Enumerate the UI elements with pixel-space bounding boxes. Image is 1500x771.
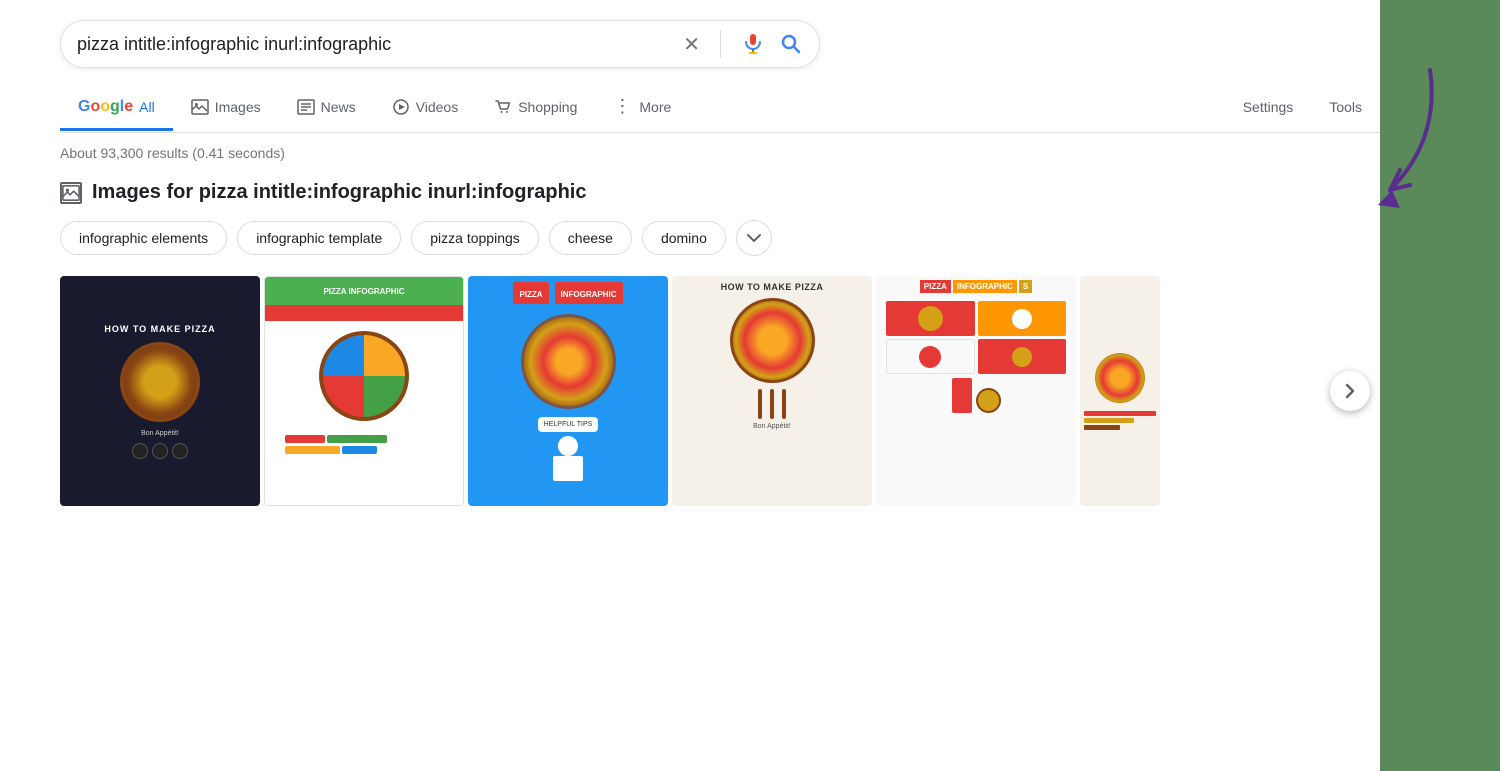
img4-footer: Bon Appétit! (753, 423, 791, 430)
tab-videos-label: Videos (416, 99, 459, 115)
img2-header-text: PIZZA INFOGRAPHIC (323, 287, 404, 296)
tab-shopping-label: Shopping (518, 99, 577, 115)
img1-pizza (120, 342, 200, 422)
search-submit-icon[interactable] (779, 32, 803, 56)
img3-callout: HELPFUL TIPS (538, 417, 599, 432)
gallery-item-1[interactable]: PIZZA INFOGRAPHIC (264, 276, 464, 506)
divider (720, 30, 721, 58)
img1-icons (132, 443, 188, 459)
search-input[interactable] (77, 34, 671, 55)
news-tab-icon (297, 99, 315, 115)
settings-link[interactable]: Settings (1225, 87, 1312, 130)
video-tab-icon (392, 99, 410, 115)
more-dots-icon: ⋮ (613, 96, 633, 117)
tab-all-label: All (139, 99, 155, 115)
img2-pizza (319, 331, 409, 421)
gallery-item-3[interactable]: HOW TO MAKE PIZZA Bon Appétit! (672, 276, 872, 506)
search-bar-area: ✕ (60, 20, 1380, 68)
img3-left-bar: PIZZA (513, 282, 548, 304)
google-q-icon: Google (78, 98, 133, 116)
tab-shopping[interactable]: Shopping (476, 87, 595, 130)
img6-content (1080, 276, 1160, 506)
image-tab-icon (191, 99, 209, 115)
gallery-item-0[interactable]: HOW TO MAKE PIZZA Bon Appétit! (60, 276, 260, 506)
tab-all[interactable]: Google All (60, 86, 173, 131)
tab-images-label: Images (215, 99, 261, 115)
filter-chip-0[interactable]: infographic elements (60, 221, 227, 255)
images-section-header: Images for pizza intitle:infographic inu… (60, 181, 1380, 204)
img5-block-infographic: INFOGRAPHIC (953, 280, 1017, 293)
shopping-tab-icon (494, 99, 512, 115)
images-section-title: Images for pizza intitle:infographic inu… (92, 181, 586, 204)
tab-news-label: News (321, 99, 356, 115)
img5-grid (886, 301, 1066, 374)
img4-title: HOW TO MAKE PIZZA (721, 282, 824, 292)
tab-news[interactable]: News (279, 87, 374, 130)
results-count: About 93,300 results (0.41 seconds) (60, 145, 1380, 161)
filter-chip-4[interactable]: domino (642, 221, 726, 255)
img4-utensils (758, 389, 786, 419)
tab-images[interactable]: Images (173, 87, 279, 130)
img2-bars (285, 435, 443, 454)
img5-block-s: S (1019, 280, 1032, 293)
nav-tabs: Google All Images News (60, 84, 1380, 133)
img5-top: PIZZA INFOGRAPHIC S (920, 280, 1032, 293)
images-header-icon (60, 182, 82, 204)
search-icons: ✕ (683, 30, 803, 58)
filter-chips: infographic elements infographic templat… (60, 220, 1380, 256)
right-panel (1380, 0, 1500, 771)
img2-header: PIZZA INFOGRAPHIC (265, 277, 463, 305)
gallery-next-button[interactable] (1330, 371, 1370, 411)
img6-bars (1084, 411, 1156, 430)
img4-pizza (730, 298, 815, 383)
img5-bottom (952, 378, 1001, 413)
arrow-annotation (1340, 60, 1450, 220)
img3-pizza (521, 314, 616, 409)
img3-top: PIZZA INFOGRAPHIC (513, 282, 622, 304)
main-content: ✕ Google Al (0, 0, 1380, 771)
filter-chip-2[interactable]: pizza toppings (411, 221, 539, 255)
tab-more-label: More (639, 99, 671, 115)
tab-videos[interactable]: Videos (374, 87, 477, 130)
img2-red-bar (265, 305, 463, 321)
img1-title: HOW TO MAKE PIZZA (104, 324, 215, 334)
expand-chips-button[interactable] (736, 220, 772, 256)
gallery-item-5[interactable] (1080, 276, 1160, 506)
search-bar: ✕ (60, 20, 820, 68)
img5-block-pizza: PIZZA (920, 280, 951, 293)
filter-chip-3[interactable]: cheese (549, 221, 632, 255)
img1-footer: Bon Appétit! (141, 430, 179, 437)
tab-more[interactable]: ⋮ More (595, 84, 689, 132)
gallery-item-4[interactable]: PIZZA INFOGRAPHIC S (876, 276, 1076, 506)
gallery-item-2[interactable]: PIZZA INFOGRAPHIC HELPFUL TIPS (468, 276, 668, 506)
image-gallery: HOW TO MAKE PIZZA Bon Appétit! PIZZA INF… (60, 276, 1380, 506)
filter-chip-1[interactable]: infographic template (237, 221, 401, 255)
img3-right-bar: INFOGRAPHIC (555, 282, 623, 304)
img3-chef (553, 436, 583, 481)
mic-icon[interactable] (741, 32, 765, 56)
clear-icon[interactable]: ✕ (683, 32, 700, 57)
